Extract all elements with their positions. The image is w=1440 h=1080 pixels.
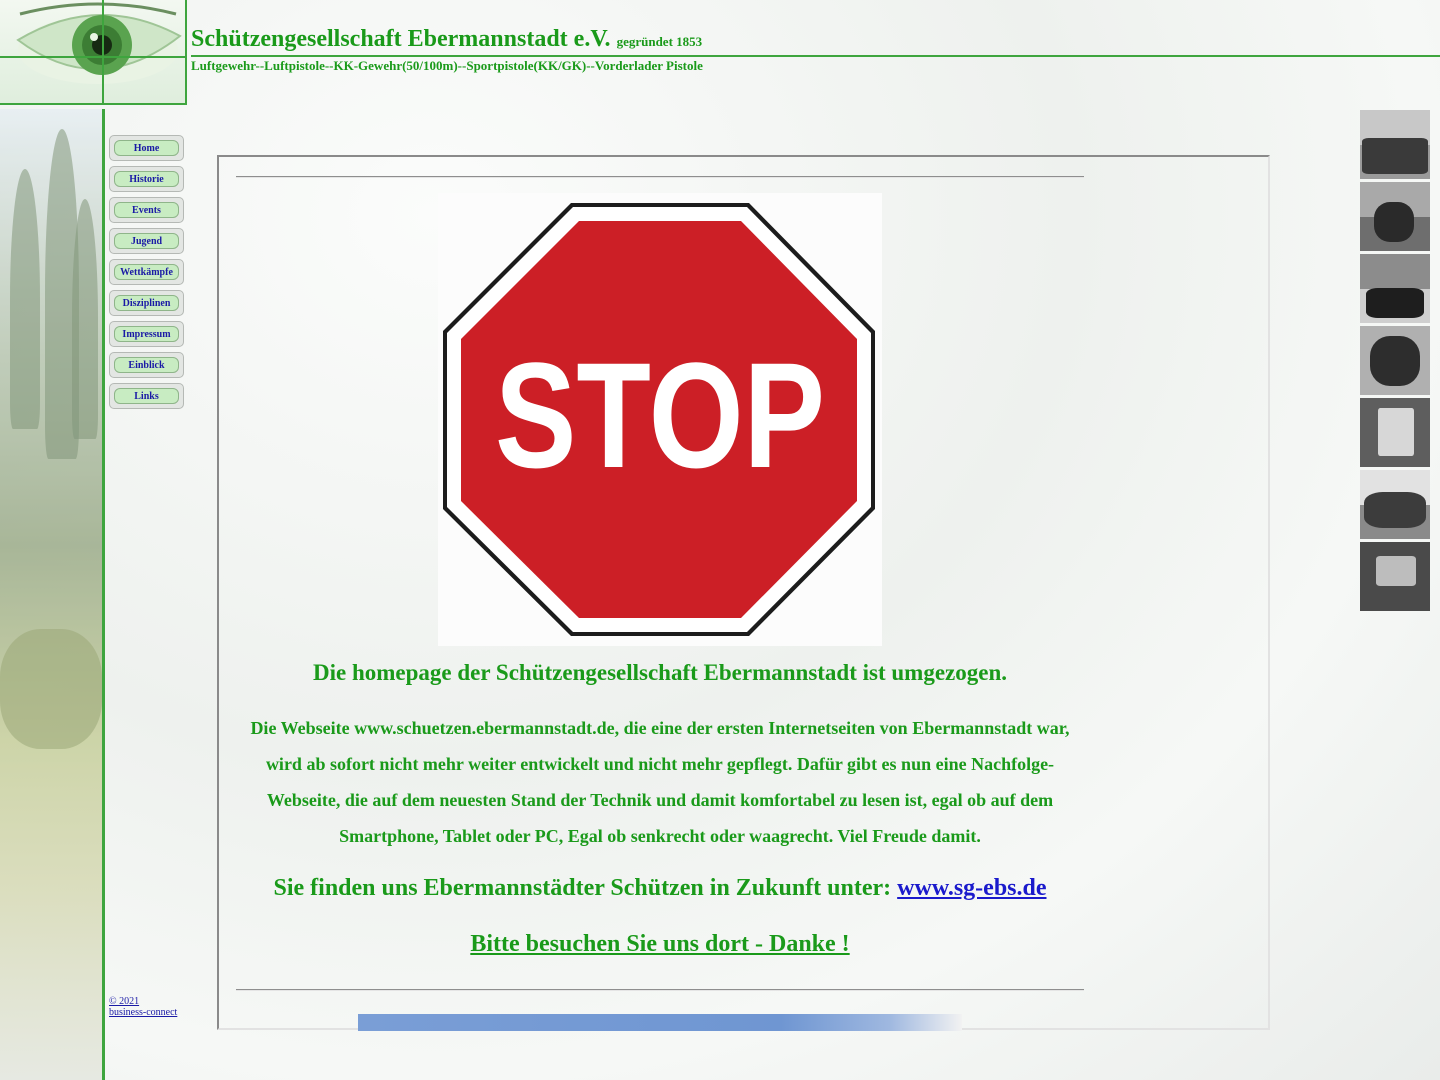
site-title-text: Schützengesellschaft Ebermannstadt e.V. (191, 26, 611, 52)
stop-sign-text: STOP (495, 331, 825, 499)
description-line: wird ab sofort nicht mehr weiter entwick… (265, 754, 1055, 774)
parade-street-photo[interactable] (1360, 182, 1430, 251)
nav-button-jugend[interactable]: Jugend (109, 228, 184, 254)
nav-label: Historie (114, 171, 179, 187)
description-line: Die Webseite www.schuetzen.ebermannstadt… (250, 718, 1070, 738)
nav-label: Wettkämpfe (114, 264, 179, 280)
description-line: Webseite, die auf dem neuesten Stand der… (266, 790, 1054, 810)
nav-label: Home (114, 140, 179, 156)
clubhouse-photo[interactable] (1360, 398, 1430, 467)
top-divider (236, 176, 1084, 178)
nav-button-events[interactable]: Events (109, 197, 184, 223)
disciplines-subtitle: Luftgewehr--Luftpistole--KK-Gewehr(50/10… (191, 58, 703, 73)
copyright-name[interactable]: business-connect (109, 1007, 177, 1018)
shooters-photo[interactable] (1360, 326, 1430, 395)
marching-band-photo[interactable] (1360, 254, 1430, 323)
nav-label: Impressum (114, 326, 179, 342)
crowd-photo[interactable] (1360, 470, 1430, 539)
nav-label: Links (114, 388, 179, 404)
moved-heading: Die homepage der Schützengesellschaft Eb… (313, 660, 1007, 685)
left-divider (102, 109, 105, 1080)
main-nav: Home Historie Events Jugend Wettkämpfe D… (109, 135, 184, 414)
stop-sign-image: STOP (438, 193, 882, 646)
copyright-link[interactable]: © 2021 business-connect (109, 996, 177, 1018)
nav-button-einblick[interactable]: Einblick (109, 352, 184, 378)
nav-button-home[interactable]: Home (109, 135, 184, 161)
nav-button-disziplinen[interactable]: Disziplinen (109, 290, 184, 316)
logo-eye (0, 0, 187, 105)
landscape-strip-image (0, 109, 102, 1080)
visit-prompt: Bitte besuchen Sie uns dort - Danke ! (236, 931, 1084, 958)
new-site-link[interactable]: www.sg-ebs.de (897, 875, 1046, 901)
description-line: Smartphone, Tablet oder PC, Egal ob senk… (339, 826, 981, 846)
nav-label: Einblick (114, 357, 179, 373)
nav-button-impressum[interactable]: Impressum (109, 321, 184, 347)
nav-label: Events (114, 202, 179, 218)
bottom-divider (236, 989, 1084, 991)
nav-button-wettkaempfe[interactable]: Wettkämpfe (109, 259, 184, 285)
historic-group-photo[interactable] (1360, 110, 1430, 179)
shooting-range-photo[interactable] (1360, 542, 1430, 611)
nav-label: Disziplinen (114, 295, 179, 311)
header-divider (191, 55, 1440, 57)
copyright-year[interactable]: © 2021 (109, 996, 177, 1007)
moved-description: Die Webseite www.schuetzen.ebermannstadt… (236, 710, 1084, 854)
nav-button-links[interactable]: Links (109, 383, 184, 409)
future-location: Sie finden uns Ebermannstädter Schützen … (236, 875, 1084, 902)
future-text: Sie finden uns Ebermannstädter Schützen … (273, 875, 898, 901)
founded-label: gegründet 1853 (616, 34, 703, 49)
site-title: Schützengesellschaft Ebermannstadt e.V. g… (191, 26, 702, 53)
nav-button-historie[interactable]: Historie (109, 166, 184, 192)
eye-icon (16, 2, 182, 84)
photo-thumbnails (1360, 110, 1430, 614)
sky-image (358, 1014, 962, 1031)
visit-link[interactable]: Bitte besuchen Sie uns dort - Danke ! (470, 931, 849, 957)
nav-label: Jugend (114, 233, 179, 249)
